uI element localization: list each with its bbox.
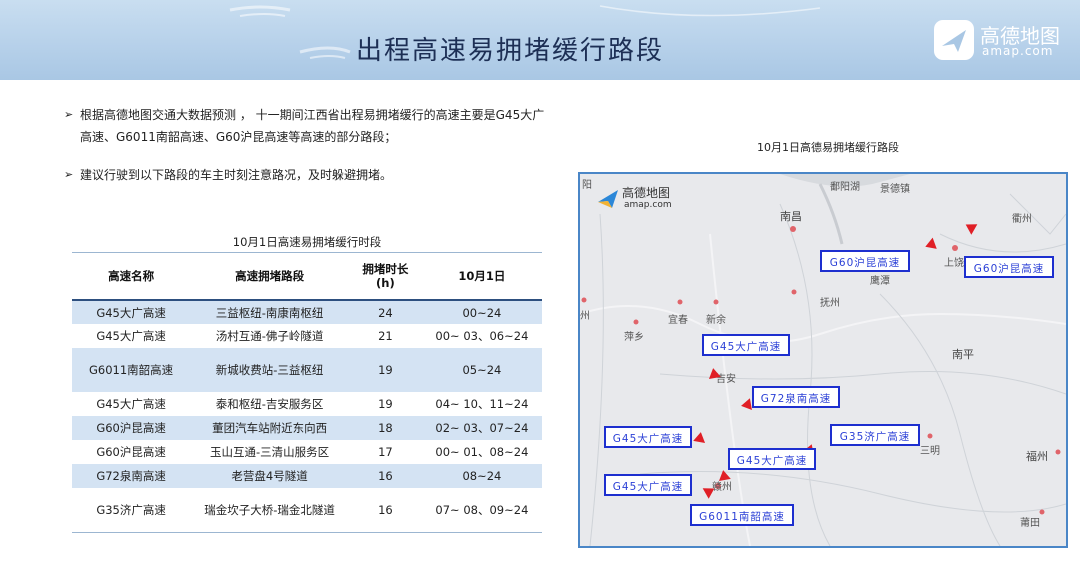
cell-name: G72泉南高速 (72, 464, 191, 488)
cell-duration: 19 (348, 348, 422, 392)
cell-time: 08~24 (421, 464, 542, 488)
col-header-duration: 拥堵时长 (h) (348, 252, 422, 301)
amap-logo-icon (934, 20, 974, 60)
cell-section: 瑞金坎子大桥-瑞金北隧道 (190, 488, 349, 533)
cell-section: 董团汽车站附近东向西 (190, 416, 349, 440)
map-title: 10月1日高德易拥堵缓行路段 (757, 141, 899, 154)
congestion-table: 高速名称 高速拥堵路段 拥堵时长 (h) 10月1日 G45大广高速 三益枢纽-… (72, 252, 542, 533)
road-tag-g6011: G6011南韶高速 (690, 504, 794, 526)
cell-duration: 19 (378, 397, 393, 411)
cell-time: 05~24 (421, 348, 542, 392)
congestion-flag-icon (717, 469, 731, 481)
road-tag-g45: G45大广高速 (702, 334, 790, 356)
table-header-row: 高速名称 高速拥堵路段 拥堵时长 (h) 10月1日 (72, 252, 542, 301)
cell-time: 07~ 08、09~24 (421, 488, 542, 533)
congestion-map: 高德地图 amap.com 阳 鄱阳湖 景德镇 南昌 衢州 上饶 抚州 鹰潭 州… (578, 172, 1068, 548)
road-tag-g35: G35济广高速 (830, 424, 920, 446)
table-row: G45大广高速 三益枢纽-南康南枢纽 24 00~24 (72, 300, 542, 324)
map-label: 福州 (1026, 450, 1048, 463)
cell-name: G45大广高速 (96, 397, 166, 411)
col-header-name: 高速名称 (72, 252, 191, 301)
map-label: 南昌 (780, 210, 802, 223)
cell-section: 玉山互通-三清山服务区 (210, 445, 330, 459)
brand-logo: 高德地图 amap.com (932, 18, 1072, 62)
page-title: 出程高速易拥堵缓行路段 (356, 36, 665, 66)
summary-bullets: ➢ 根据高德地图交通大数据预测 ， 十一期间江西省出程易拥堵缓行的高速主要是G4… (64, 104, 554, 202)
map-label: 景德镇 (880, 184, 910, 195)
table-row: G45大广高速 汤村互通-佛子岭隧道 21 00~ 03、06~24 (72, 324, 542, 348)
col-header-section: 高速拥堵路段 (190, 252, 349, 301)
cell-section: 新城收费站-三益枢纽 (190, 348, 349, 392)
cell-duration: 16 (348, 464, 422, 488)
cell-duration: 18 (348, 416, 422, 440)
congestion-flag-icon (707, 367, 721, 379)
map-label: 上饶 (944, 258, 964, 269)
map-logo-name: 高德地图 (622, 186, 671, 200)
map-label: 阳 (582, 180, 592, 191)
map-label: 新余 (706, 315, 726, 326)
road-tag-g45: G45大广高速 (604, 474, 692, 496)
bullet-item: ➢ 根据高德地图交通大数据预测 ， 十一期间江西省出程易拥堵缓行的高速主要是G4… (64, 104, 554, 148)
cell-name: G60沪昆高速 (72, 416, 191, 440)
map-label: 鄱阳湖 (830, 182, 860, 193)
cell-time: 00~ 03、06~24 (435, 329, 529, 343)
cell-section: 三益枢纽-南康南枢纽 (190, 300, 349, 324)
map-label: 三明 (920, 446, 940, 457)
map-amap-logo: 高德地图 amap.com (596, 184, 686, 214)
cell-duration: 21 (378, 329, 393, 343)
map-logo-site: amap.com (624, 200, 672, 210)
cell-duration: 16 (348, 488, 422, 533)
road-tag-g45: G45大广高速 (604, 426, 692, 448)
cell-section: 汤村互通-佛子岭隧道 (215, 329, 324, 343)
cell-name: G45大广高速 (96, 329, 166, 343)
map-label: 州 (580, 311, 590, 322)
col-header-date: 10月1日 (421, 252, 542, 301)
table-title: 10月1日高速易拥堵缓行时段 (232, 235, 382, 249)
bullet-item: ➢ 建议行驶到以下路段的车主时刻注意路况，及时躲避拥堵。 (64, 164, 554, 186)
map-label: 抚州 (820, 298, 840, 309)
map-label: 莆田 (1020, 518, 1040, 529)
brand-site: amap.com (982, 44, 1054, 58)
table-row: G72泉南高速 老营盘4号隧道 16 08~24 (72, 464, 542, 488)
road-tag-g72: G72泉南高速 (752, 386, 840, 408)
table-row: G60沪昆高速 董团汽车站附近东向西 18 02~ 03、07~24 (72, 416, 542, 440)
road-tag-g60: G60沪昆高速 (820, 250, 910, 272)
cell-duration: 17 (378, 445, 393, 459)
bullet-text: 建议行驶到以下路段的车主时刻注意路况，及时躲避拥堵。 (80, 168, 393, 182)
road-tag-g60: G60沪昆高速 (964, 256, 1054, 278)
cell-section: 老营盘4号隧道 (190, 464, 349, 488)
congestion-flag-icon (693, 431, 707, 443)
cell-duration: 24 (348, 300, 422, 324)
map-label: 宜春 (668, 315, 688, 326)
table-row: G60沪昆高速 玉山互通-三清山服务区 17 00~ 01、08~24 (72, 440, 542, 464)
cell-name: G6011南韶高速 (72, 348, 191, 392)
cell-time: 00~ 01、08~24 (435, 445, 529, 459)
road-tag-g45: G45大广高速 (728, 448, 816, 470)
arrow-icon: ➢ (64, 168, 74, 181)
cell-name: G45大广高速 (72, 300, 191, 324)
map-label: 南平 (952, 348, 974, 361)
cell-time: 02~ 03、07~24 (421, 416, 542, 440)
cell-name: G60沪昆高速 (96, 445, 166, 459)
cell-name: G35济广高速 (72, 488, 191, 533)
table-row: G35济广高速 瑞金坎子大桥-瑞金北隧道 16 07~ 08、09~24 (72, 488, 542, 533)
cell-section: 泰和枢纽-吉安服务区 (215, 397, 324, 411)
bullet-text: 根据高德地图交通大数据预测 ， 十一期间江西省出程易拥堵缓行的高速主要是G45大… (80, 108, 545, 144)
map-label: 萍乡 (624, 332, 644, 343)
map-label: 鹰潭 (870, 276, 890, 287)
cell-time: 04~ 10、11~24 (435, 397, 529, 411)
congestion-flag-icon (740, 398, 752, 412)
cell-time: 00~24 (421, 300, 542, 324)
table-row: G45大广高速 泰和枢纽-吉安服务区 19 04~ 10、11~24 (72, 392, 542, 416)
arrow-icon: ➢ (64, 108, 74, 121)
amap-logo-icon (598, 190, 618, 208)
map-label: 衢州 (1012, 214, 1032, 225)
header-banner: 出程高速易拥堵缓行路段 高德地图 amap.com (0, 0, 1080, 80)
table-row: G6011南韶高速 新城收费站-三益枢纽 19 05~24 (72, 348, 542, 392)
